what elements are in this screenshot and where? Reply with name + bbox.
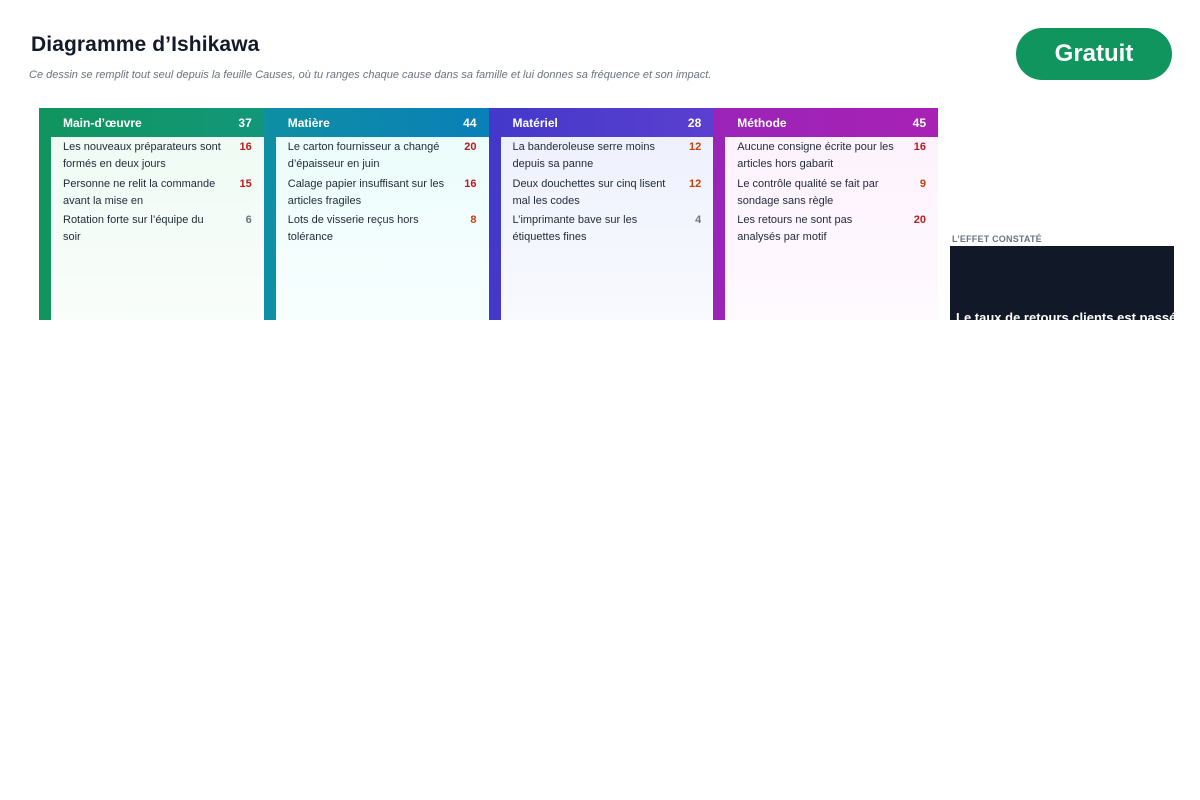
cause-text: L’imprimante bave sur les étiquettes fin… — [512, 214, 638, 243]
cause-text: Le contrôle qualité se fait par sondage … — [737, 177, 879, 207]
cause-score: 16 — [464, 177, 477, 190]
family-header: Matériel 28 — [488, 108, 714, 137]
cause-score: 16 — [913, 141, 926, 153]
family-total: 37 — [238, 115, 252, 130]
cause-text: Rotation forte sur l’équipe du soir — [63, 214, 204, 243]
cause-score: 9 — [919, 177, 926, 190]
effect-box: Le taux de retours clients est passé — [950, 246, 1174, 320]
cause-row: Le carton fournisseur a changé d’épaisse… — [288, 139, 477, 176]
cause-score: 8 — [470, 214, 477, 226]
page-title: Diagramme d’Ishikawa — [31, 33, 260, 56]
families-row: Main-d’œuvre 37 Les nouveaux préparateurs … — [39, 108, 938, 320]
cause-row: Aucune consigne écrite pour les articles… — [737, 139, 926, 176]
family-name: Méthode — [737, 115, 787, 130]
cause-score: 12 — [689, 141, 702, 153]
cause-row: Rotation forte sur l’équipe du soir 6 — [63, 212, 252, 249]
cause-score: 15 — [239, 177, 252, 190]
cause-text: Personne ne relit la commande avant la m… — [63, 177, 216, 207]
family-total: 45 — [912, 115, 926, 130]
cause-row: L’imprimante bave sur les étiquettes fin… — [513, 212, 702, 249]
page-subtitle: Ce dessin se remplit tout seul depuis la… — [29, 69, 712, 81]
family-header: Méthode 45 — [713, 108, 938, 137]
gratuit-badge[interactable]: Gratuit — [1016, 28, 1172, 80]
family-column: Matériel 28 La banderoleuse serre moins de… — [488, 108, 714, 320]
cause-row: Le contrôle qualité se fait par sondage … — [737, 176, 926, 213]
family-column: Méthode 45 Aucune consigne écrite pour les… — [713, 108, 938, 320]
family-name: Main-d’œuvre — [63, 115, 142, 130]
ishikawa-page: Diagramme d’Ishikawa Ce dessin se rempli… — [0, 0, 1200, 800]
cause-score: 6 — [245, 214, 252, 226]
cause-text: Lots de visserie reçus hors tolérance — [287, 214, 419, 243]
family-total: 28 — [687, 115, 702, 130]
family-causes-list: Les nouveaux préparateurs sont formés en… — [51, 137, 264, 320]
family-header: Matière 44 — [263, 108, 489, 137]
cause-row: Lots de visserie reçus hors tolérance 8 — [288, 212, 477, 249]
cause-row: Personne ne relit la commande avant la m… — [63, 176, 252, 213]
family-total: 44 — [463, 115, 477, 130]
cause-score: 16 — [239, 141, 252, 153]
cause-row: La banderoleuse serre moins depuis sa pa… — [513, 139, 702, 176]
cause-row: Deux douchettes sur cinq lisent mal les … — [513, 176, 702, 213]
cause-text: Deux douchettes sur cinq lisent mal les … — [512, 177, 666, 207]
family-causes-list: Le carton fournisseur a changé d’épaisse… — [275, 137, 489, 320]
family-causes-list: La banderoleuse serre moins depuis sa pa… — [500, 137, 714, 320]
family-spine-bar — [39, 137, 51, 320]
cause-score: 20 — [913, 214, 926, 226]
cause-score: 4 — [695, 214, 702, 226]
effect-label: L’EFFET CONSTATÉ — [952, 234, 1042, 244]
family-column: Main-d’œuvre 37 Les nouveaux préparateurs … — [39, 108, 264, 320]
cause-text: Les nouveaux préparateurs sont formés en… — [63, 141, 221, 170]
cause-row: Les nouveaux préparateurs sont formés en… — [63, 139, 252, 176]
cause-score: 20 — [464, 141, 477, 153]
family-spine-bar — [713, 137, 726, 320]
cause-row: Calage papier insuffisant sur les articl… — [288, 176, 477, 213]
family-name: Matière — [287, 115, 330, 130]
cause-text: Aucune consigne écrite pour les articles… — [737, 141, 894, 170]
family-header: Main-d’œuvre 37 — [39, 108, 264, 137]
cause-score: 12 — [689, 177, 702, 190]
family-spine-bar — [263, 137, 276, 320]
cause-text: Le carton fournisseur a changé d’épaisse… — [287, 141, 440, 170]
cause-text: La banderoleuse serre moins depuis sa pa… — [512, 141, 655, 170]
family-causes-list: Aucune consigne écrite pour les articles… — [725, 137, 938, 320]
effect-text: Le taux de retours clients est passé — [956, 310, 1174, 320]
cause-text: Calage papier insuffisant sur les articl… — [287, 177, 445, 207]
cause-row: Les retours ne sont pas analysés par mot… — [737, 212, 926, 249]
family-name: Matériel — [512, 115, 558, 130]
family-column: Matière 44 Le carton fournisseur a changé … — [263, 108, 489, 320]
cause-text: Les retours ne sont pas analysés par mot… — [737, 214, 853, 243]
family-spine-bar — [488, 137, 501, 320]
